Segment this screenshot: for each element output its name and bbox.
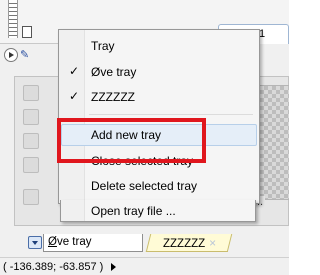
menu-item-label: Open tray file ... — [91, 204, 176, 218]
tray-tab-ove[interactable]: Øve tray — [43, 234, 143, 252]
status-bar: ( -136.389; -63.857 ) — [0, 257, 289, 275]
pen-icon[interactable]: ✎ — [20, 48, 29, 61]
menu-item-open-tray-file-row[interactable]: Open tray file ... — [60, 200, 256, 222]
checkmark-icon: ✓ — [69, 64, 80, 78]
menu-item-label: Delete selected tray — [91, 179, 198, 193]
tray-tab-label: ZZZZZZ — [163, 238, 206, 250]
panel-tool-button[interactable] — [23, 85, 39, 101]
close-icon[interactable]: × — [209, 236, 216, 250]
menu-item-label: Øve tray — [91, 65, 137, 79]
tray-tab-mnemonic: Ø — [48, 236, 57, 248]
annotation-highlight-box — [57, 118, 206, 163]
vertical-ruler — [8, 0, 18, 38]
menu-item-zzzzzz[interactable]: ✓ ZZZZZZ — [61, 86, 257, 108]
menu-item-tray[interactable]: Tray — [61, 35, 257, 57]
checkmark-icon: ✓ — [69, 89, 80, 103]
menu-item-label: Tray — [91, 39, 115, 53]
menu-item-delete-selected-tray[interactable]: Delete selected tray — [61, 175, 257, 197]
panel-tool-button[interactable] — [23, 157, 39, 173]
tray-tab-zzzzzz[interactable]: ZZZZZZ × — [145, 234, 233, 252]
menu-item-ove-tray[interactable]: ✓ Øve tray — [61, 61, 257, 83]
page-icon[interactable] — [22, 26, 32, 38]
panel-tool-button[interactable] — [23, 109, 39, 125]
pattern-preview[interactable] — [259, 85, 289, 200]
mini-toolbar: ✎ — [0, 46, 60, 64]
cursor-coordinates: ( -136.389; -63.857 ) — [3, 261, 104, 273]
chevron-down-icon[interactable] — [28, 236, 42, 249]
panel-tool-button[interactable] — [23, 133, 39, 149]
menu-item-label: ZZZZZZ — [91, 90, 135, 104]
menu-icon-gutter — [61, 200, 85, 221]
play-icon[interactable] — [4, 48, 18, 62]
arrow-right-icon[interactable] — [111, 263, 117, 272]
tray-tab-label: ve tray — [56, 236, 92, 248]
menu-separator — [89, 114, 253, 115]
tray-context-menu: Tray ✓ Øve tray ✓ ZZZZZZ Add new tray Cl… — [58, 29, 260, 204]
panel-tool-button[interactable] — [23, 189, 39, 205]
